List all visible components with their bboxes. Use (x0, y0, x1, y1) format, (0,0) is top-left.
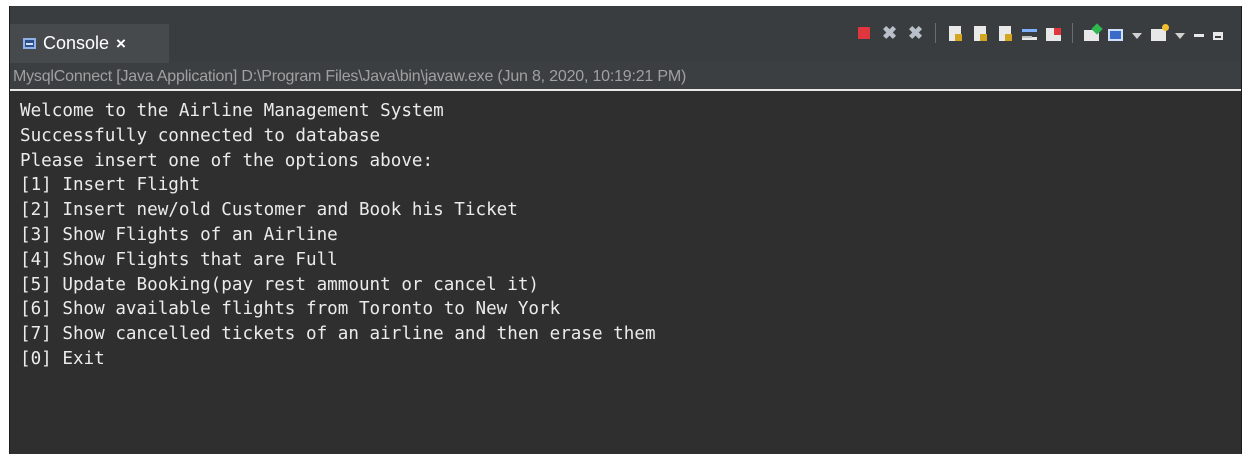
word-wrap-icon[interactable] (999, 25, 1012, 41)
console-line: [3] Show Flights of an Airline (20, 224, 338, 245)
chevron-down-icon[interactable] (1175, 33, 1185, 39)
clear-console-icon[interactable] (949, 25, 962, 41)
scroll-lock-icon[interactable] (974, 25, 987, 41)
console-line: [5] Update Booking(pay rest ammount or c… (20, 274, 540, 295)
console-line: [2] Insert new/old Customer and Book his… (20, 200, 518, 221)
show-on-stderr-icon[interactable] (1046, 27, 1061, 41)
remove-launch-icon[interactable]: ✖ (881, 24, 898, 42)
console-line: Welcome to the Airline Management System (20, 101, 444, 121)
display-selected-console-icon[interactable] (1108, 28, 1123, 41)
pin-console-icon[interactable] (1084, 29, 1099, 41)
console-line: [0] Exit (20, 348, 105, 369)
console-line: Please insert one of the options above: (20, 150, 434, 171)
console-line: Successfully connected to database (20, 125, 381, 146)
console-line: [1] Insert Flight (20, 175, 201, 196)
toolbar-separator (1072, 23, 1073, 43)
show-on-stdout-icon[interactable] (1022, 29, 1037, 40)
toolbar-separator (935, 23, 936, 43)
console-view: Console × ✖ ✖ MysqlConnect [Java Applica… (9, 6, 1242, 454)
close-icon[interactable]: × (116, 35, 126, 52)
console-toolbar: ✖ ✖ (856, 22, 1223, 44)
console-icon (23, 38, 36, 49)
tab-console[interactable]: Console × (10, 24, 169, 63)
console-line: [4] Show Flights that are Full (20, 249, 338, 270)
console-output[interactable]: Welcome to the Airline Management System… (10, 94, 1241, 454)
tab-title: Console (43, 33, 110, 53)
remove-all-terminated-icon[interactable]: ✖ (907, 24, 924, 42)
minimize-icon[interactable] (1194, 33, 1204, 37)
maximize-icon[interactable] (1213, 32, 1223, 40)
chevron-down-icon[interactable] (1132, 33, 1142, 39)
console-line: [6] Show available flights from Toronto … (20, 299, 561, 320)
console-line: [7] Show cancelled tickets of an airline… (20, 324, 656, 345)
process-description: MysqlConnect [Java Application] D:\Progr… (10, 63, 1241, 91)
window: Console × ✖ ✖ MysqlConnect [Java Applica… (0, 0, 1250, 454)
open-console-icon[interactable] (1151, 24, 1169, 41)
view-tab-bar: Console × ✖ ✖ (10, 6, 1241, 63)
terminate-icon[interactable] (858, 27, 870, 39)
